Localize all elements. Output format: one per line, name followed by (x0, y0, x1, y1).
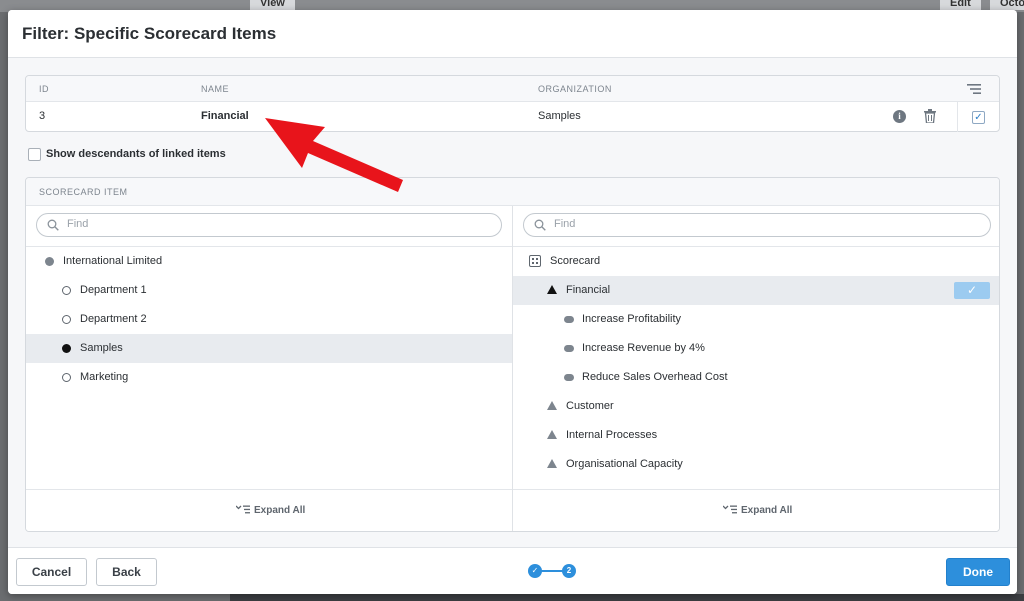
cancel-button[interactable]: Cancel (16, 558, 87, 586)
column-header-organization: ORGANIZATION (538, 84, 612, 94)
tree-item-department-2[interactable]: Department 2 (26, 305, 512, 334)
panel-header: SCORECARD ITEM (26, 178, 999, 206)
tree-item-internal-processes[interactable]: Internal Processes (513, 421, 999, 450)
tree-item-organisational-capacity[interactable]: Organisational Capacity (513, 450, 999, 479)
tree-item-label: Financial (566, 284, 611, 296)
scorecard-grid-icon (529, 255, 541, 267)
background-strip (230, 594, 1024, 601)
expand-all-button[interactable]: Expand All (723, 505, 792, 516)
expand-all-label: Expand All (254, 505, 306, 516)
back-button[interactable]: Back (96, 558, 157, 586)
node-ring-icon (62, 373, 71, 382)
background-tab-octo: Octo (990, 0, 1024, 10)
column-header-id: ID (39, 84, 49, 94)
done-button[interactable]: Done (946, 558, 1010, 586)
tree-item-label: Increase Revenue by 4% (582, 342, 705, 354)
organization-search-input[interactable] (67, 218, 439, 230)
objective-pill-icon (564, 374, 574, 381)
show-descendants-checkbox[interactable] (28, 148, 41, 161)
perspective-triangle-icon (547, 459, 557, 468)
row-id: 3 (39, 110, 46, 122)
step-complete-check-icon: ✓ (528, 564, 542, 578)
tree-item-increase-profitability[interactable]: Increase Profitability (513, 305, 999, 334)
tree-item-customer[interactable]: Customer (513, 392, 999, 421)
search-icon (534, 219, 546, 231)
column-divider (957, 102, 958, 132)
tree-item-label: Department 2 (80, 313, 147, 325)
node-ring-icon (62, 286, 71, 295)
expand-all-button[interactable]: Expand All (236, 505, 305, 516)
organization-tree-pane: International Limited Department 1 Depar… (26, 206, 513, 531)
tree-item-department-1[interactable]: Department 1 (26, 276, 512, 305)
scorecard-search[interactable] (523, 213, 991, 237)
row-organization: Samples (538, 110, 581, 122)
tree-item-label: Samples (80, 342, 123, 354)
tree-item-international-limited[interactable]: International Limited (26, 247, 512, 276)
tree-item-reduce-sales-overhead[interactable]: Reduce Sales Overhead Cost (513, 363, 999, 392)
tree-item-label: Reduce Sales Overhead Cost (582, 371, 728, 383)
expand-all-icon (723, 505, 737, 514)
dialog-title: Filter: Specific Scorecard Items (22, 24, 277, 43)
show-descendants-label: Show descendants of linked items (46, 148, 226, 160)
filter-dialog: Filter: Specific Scorecard Items ID NAME… (8, 10, 1017, 594)
tree-item-label: Organisational Capacity (566, 458, 683, 470)
linked-items-table: ID NAME ORGANIZATION 3 Financial Samples… (25, 75, 1000, 132)
table-header: ID NAME ORGANIZATION (26, 76, 999, 102)
column-menu-icon[interactable] (967, 83, 981, 95)
perspective-triangle-icon (547, 285, 557, 294)
row-name: Financial (201, 110, 249, 122)
background-tab-edit: Edit (940, 0, 981, 10)
pane-footer: Expand All (513, 489, 999, 531)
perspective-triangle-icon (547, 401, 557, 410)
search-icon (47, 219, 59, 231)
tree-item-increase-revenue[interactable]: Increase Revenue by 4% (513, 334, 999, 363)
expand-all-icon (236, 505, 250, 514)
trash-icon[interactable] (924, 109, 936, 123)
row-checkbox[interactable]: ✓ (972, 111, 985, 124)
tree-item-financial[interactable]: Financial ✓ (513, 276, 999, 305)
perspective-triangle-icon (547, 430, 557, 439)
tree-item-scorecard[interactable]: Scorecard (513, 247, 999, 276)
dialog-header: Filter: Specific Scorecard Items (8, 10, 1017, 58)
tree-item-label: Scorecard (550, 255, 601, 267)
node-selected-dot-icon (62, 344, 71, 353)
dialog-footer: Cancel Back ✓ 2 Done (8, 547, 1017, 594)
step-current: 2 (562, 564, 576, 578)
node-dot-icon (45, 257, 54, 266)
organization-search[interactable] (36, 213, 502, 237)
expand-all-label: Expand All (741, 505, 793, 516)
tree-item-label: International Limited (63, 255, 163, 267)
step-indicator: ✓ 2 (528, 564, 578, 578)
tree-item-label: Department 1 (80, 284, 147, 296)
background-tab-view: View (250, 0, 295, 10)
tree-item-label: Marketing (80, 371, 129, 383)
scorecard-tree-pane: Scorecard Financial ✓ Increase Profitabi… (513, 206, 999, 531)
objective-pill-icon (564, 345, 574, 352)
tree-item-samples[interactable]: Samples (26, 334, 512, 363)
tree-item-label: Internal Processes (566, 429, 658, 441)
objective-pill-icon (564, 316, 574, 323)
table-row: 3 Financial Samples i ✓ (26, 102, 999, 132)
tree-item-label: Increase Profitability (582, 313, 682, 325)
pane-footer: Expand All (26, 489, 512, 531)
info-icon[interactable]: i (893, 110, 906, 123)
column-header-name: NAME (201, 84, 230, 94)
select-check-button[interactable]: ✓ (954, 282, 990, 299)
node-ring-icon (62, 315, 71, 324)
scorecard-search-input[interactable] (554, 218, 927, 230)
scorecard-item-panel: SCORECARD ITEM International Limited Dep… (25, 177, 1000, 532)
tree-item-marketing[interactable]: Marketing (26, 363, 512, 392)
tree-item-label: Customer (566, 400, 614, 412)
